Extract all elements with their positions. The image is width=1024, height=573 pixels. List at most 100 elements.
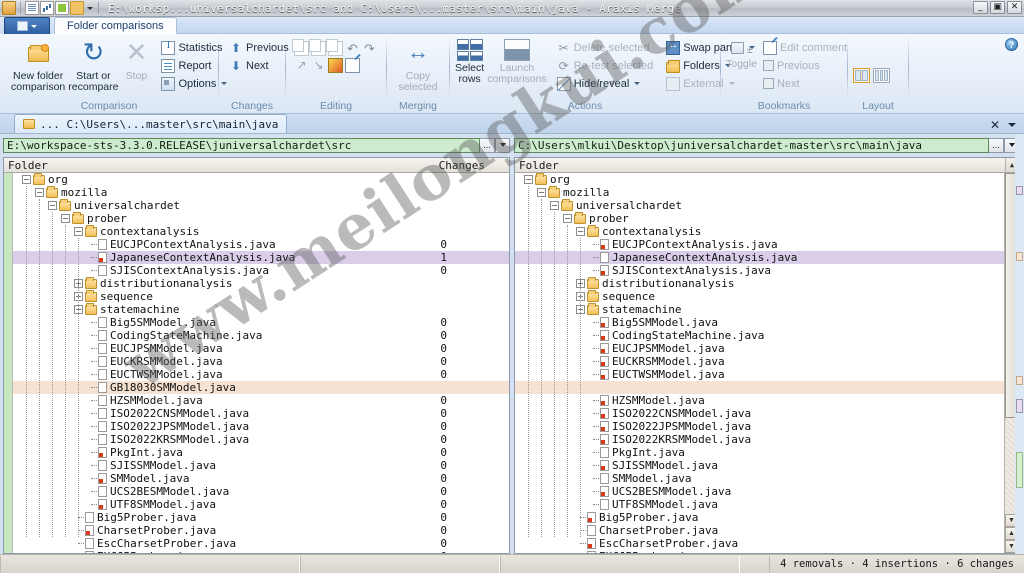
bookmark-previous-button[interactable]: Previous [760,57,850,74]
tree-row[interactable]: − contextanalysis [515,224,1004,238]
minimize-button[interactable]: _ [973,1,988,14]
tree-row[interactable]: SJISSMModel.java [515,459,1004,472]
collapse-icon[interactable]: − [48,201,57,210]
left-column-folder[interactable]: Folder [4,159,48,172]
change-marker[interactable] [1016,399,1023,413]
tab-folder-comparisons[interactable]: Folder comparisons [54,17,177,34]
close-icon[interactable]: ✕ [990,119,1000,131]
tree-row[interactable]: Big5SMModel.java [515,316,1004,329]
tree-row[interactable]: EUCKRSMModel.java 0 [13,355,509,368]
tree-row[interactable]: PkgInt.java [515,446,1004,459]
chart-icon[interactable] [40,1,54,15]
tree-row[interactable]: EscCharsetProber.java 0 [13,537,509,550]
window-controls[interactable]: _ ▣ ✕ [973,1,1022,14]
tree-row[interactable]: UTF8SMModel.java [515,498,1004,511]
collapse-icon[interactable]: − [74,227,83,236]
next-change-button[interactable]: ⬇ Next [226,57,292,74]
change-marker[interactable] [1016,252,1023,261]
tree-row[interactable]: ISO2022JPSMModel.java 0 [13,420,509,433]
collapse-icon[interactable]: − [61,214,70,223]
two-pane-layout-icon[interactable] [853,67,870,83]
tree-row[interactable] [515,381,1004,394]
select-rows-button[interactable]: Select rows [455,39,484,85]
tree-row[interactable]: CodingStateMachine.java 0 [13,329,509,342]
tree-row[interactable]: ISO2022KRSMModel.java [515,433,1004,446]
change-marker[interactable] [1016,376,1023,385]
tree-row[interactable]: Big5Prober.java [515,511,1004,524]
stop-button[interactable]: ✕ Stop [121,39,151,82]
tree-row[interactable]: SMModel.java 0 [13,472,509,485]
tree-row[interactable]: ISO2022KRSMModel.java 0 [13,433,509,446]
tree-row[interactable]: + sequence [515,289,1004,303]
edit-icon[interactable] [345,58,360,73]
copy-right-icon[interactable] [326,39,343,56]
three-pane-layout-icon[interactable] [873,67,890,83]
tree-row[interactable]: EUCKRSMModel.java [515,355,1004,368]
tree-row[interactable]: − prober [13,211,509,225]
collapse-icon[interactable]: − [563,214,572,223]
tree-row[interactable]: Big5SMModel.java 0 [13,316,509,329]
new-folder-comparison-button[interactable]: New folder comparison [11,39,65,93]
document-tab[interactable]: ... C:\Users\...master\src\main\java [14,114,288,133]
left-browse-button[interactable]: ... [480,137,495,153]
close-button[interactable]: ✕ [1007,1,1022,14]
tree-row[interactable]: ISO2022JPSMModel.java [515,420,1004,433]
tree-row[interactable]: EUCJPContextAnalysis.java 0 [13,238,509,251]
restore-button[interactable]: ▣ [990,1,1005,14]
tree-row[interactable]: UCS2BESMModel.java 0 [13,485,509,498]
left-path-dropdown-icon[interactable] [495,137,510,153]
tree-row[interactable]: JapaneseContextAnalysis.java [515,251,1004,264]
tree-row[interactable]: − contextanalysis [13,224,509,238]
tree-row[interactable]: UTF8SMModel.java 0 [13,498,509,511]
copy-selected-button[interactable]: ↔ Copy selected [392,39,444,93]
tree-row[interactable]: − universalchardet [13,198,509,212]
help-icon[interactable]: ? [1005,38,1018,51]
tree-row[interactable]: − statemachine [515,302,1004,316]
qat-dropdown-icon[interactable] [85,1,94,15]
tree-row[interactable]: EUCJPProber.java [515,550,1004,553]
app-menu-icon[interactable] [2,1,16,15]
tree-row[interactable]: EscCharsetProber.java [515,537,1004,550]
tree-row[interactable]: SMModel.java [515,472,1004,485]
application-menu-button[interactable] [4,17,50,34]
chevron-down-icon[interactable] [1008,123,1016,127]
merge-up-icon[interactable]: ↗ [294,58,309,73]
right-column-folder[interactable]: Folder [515,159,559,172]
highlight-icon[interactable] [328,58,343,73]
text-doc-icon[interactable] [55,1,69,15]
folder-icon[interactable] [70,1,84,15]
tree-row[interactable]: PkgInt.java 0 [13,446,509,459]
tree-row[interactable]: − org [515,173,1004,186]
collapse-icon[interactable]: − [524,175,533,184]
start-or-recompare-button[interactable]: ↻ Start or recompare [68,39,118,93]
tree-row[interactable]: SJISContextAnalysis.java 0 [13,264,509,277]
copy-left-icon[interactable] [292,39,309,56]
right-path-input[interactable]: C:\Users\mlkui\Desktop\juniversalchardet… [514,137,989,153]
tree-row[interactable]: HZSMModel.java [515,394,1004,407]
tree-row[interactable]: EUCTWSMModel.java 0 [13,368,509,381]
tree-row[interactable]: ISO2022CNSMModel.java [515,407,1004,420]
chevron-down-icon[interactable] [634,82,641,85]
collapse-icon[interactable]: − [576,227,585,236]
tree-row[interactable]: EUCJPSMModel.java [515,342,1004,355]
tree-row[interactable]: + distributionanalysis [13,276,509,290]
tree-row[interactable]: EUCJPProber.java 0 [13,550,509,553]
tree-row[interactable]: − statemachine [13,302,509,316]
tree-row[interactable]: Big5Prober.java 0 [13,511,509,524]
change-marker[interactable] [1016,452,1023,488]
hide-reveal-button[interactable]: Hide/reveal [554,75,656,92]
change-map-strip[interactable] [1015,134,1024,554]
collapse-icon[interactable]: − [550,201,559,210]
tree-row[interactable]: − prober [515,211,1004,225]
tree-row[interactable]: GB18030SMModel.java [13,381,509,394]
previous-change-button[interactable]: ⬆ Previous [226,39,292,56]
tree-row[interactable]: ISO2022CNSMModel.java 0 [13,407,509,420]
change-marker[interactable] [1016,186,1023,195]
tree-row[interactable]: − org [13,173,509,186]
tree-row[interactable]: JapaneseContextAnalysis.java 1 [13,251,509,264]
collapse-icon[interactable]: − [35,188,44,197]
delete-selected-button[interactable]: ✂ Delete selected [554,39,656,56]
tree-row[interactable]: UCS2BESMModel.java [515,485,1004,498]
tree-row[interactable]: − universalchardet [515,198,1004,212]
copy-both-icon[interactable] [309,39,326,56]
